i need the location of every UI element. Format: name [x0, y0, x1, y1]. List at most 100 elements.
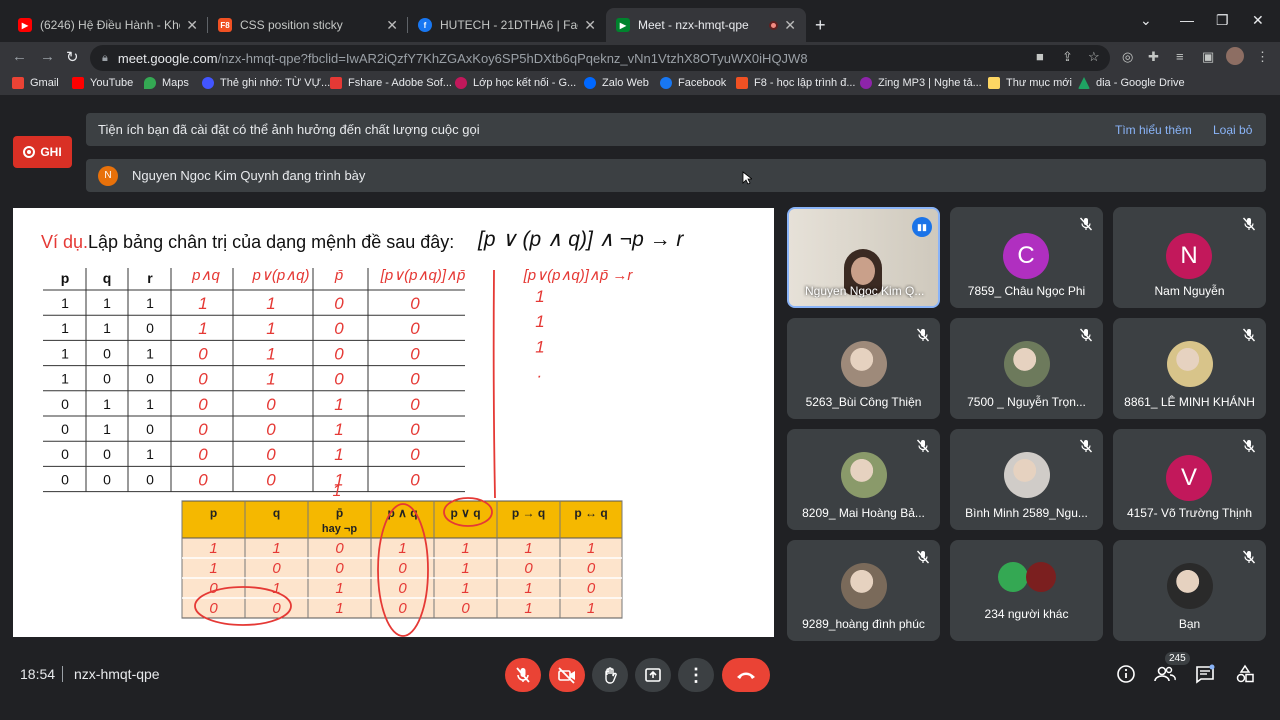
ref-cell: 0 [461, 600, 470, 617]
participant-tile[interactable]: 8861_ LÊ MINH KHÁNH [1113, 318, 1266, 419]
participant-tile[interactable]: 7500 _ Nguyễn Trọn... [950, 318, 1103, 419]
close-tab-icon[interactable]: ✕ [784, 17, 796, 34]
camera-icon[interactable]: ■ [1036, 49, 1044, 64]
handwritten-value: 0 [334, 294, 344, 313]
participant-name: 9289_hoàng đình phúc [802, 617, 925, 631]
activities-button[interactable] [1235, 664, 1255, 689]
participant-tile[interactable]: 8209_ Mai Hoàng Bả... [787, 429, 940, 530]
tab-search-icon[interactable]: ⌄ [1140, 12, 1152, 29]
participant-tile[interactable]: 234 người khác [950, 540, 1103, 641]
handwritten-value: 0 [198, 445, 208, 464]
dismiss-button[interactable]: Loại bỏ [1213, 123, 1252, 137]
tab-youtube[interactable]: ▶ (6246) Hệ Điều Hành - Khoa Học ✕ [8, 8, 208, 42]
participant-name: Nam Nguyễn [1154, 284, 1225, 298]
participant-tile[interactable]: 5263_Bùi Công Thiện [787, 318, 940, 419]
media-icon[interactable]: ≡ [1176, 49, 1184, 64]
table-cell: 0 [103, 371, 111, 387]
divider [62, 666, 63, 682]
menu-icon[interactable]: ⋮ [1256, 49, 1269, 65]
tab-facebook[interactable]: f HUTECH - 21DTHA6 | Facebook ✕ [408, 8, 606, 42]
facebook-icon: f [418, 18, 432, 32]
participant-tile[interactable]: Bạn [1113, 540, 1266, 641]
table-cell: 0 [103, 471, 111, 487]
reload-icon[interactable]: ↻ [66, 48, 79, 66]
ref-cell: 0 [209, 600, 218, 617]
bookmark-classroom[interactable]: Lớp học kết nối - G... [455, 77, 576, 89]
zingmp3-icon [860, 77, 872, 89]
handwritten-columns: p∧q p∨(p∧q) p̄ [p∨(p∧q)]∧p̄ [p∨(p∧q)]∧p̄ →r 1… [191, 267, 633, 500]
camera-toggle-button[interactable] [549, 658, 585, 692]
recording-badge[interactable]: GHI [13, 136, 72, 168]
minimize-icon[interactable]: — [1180, 12, 1194, 28]
raise-hand-button[interactable] [592, 658, 628, 692]
table-cell: 1 [146, 295, 154, 311]
participant-tile[interactable]: V 4157- Võ Trường Thịnh [1113, 429, 1266, 530]
participant-tile[interactable]: N Nam Nguyễn [1113, 207, 1266, 308]
sidepanel-icon[interactable]: ▣ [1202, 49, 1214, 65]
close-tab-icon[interactable]: ✕ [584, 17, 596, 34]
learn-more-link[interactable]: Tìm hiểu thêm [1115, 123, 1192, 137]
tab-meet[interactable]: ▶ Meet - nzx-hmqt-qpe ✕ [606, 8, 806, 42]
slide-title: Lập bảng chân trị của dạng mệnh đề sau đ… [88, 232, 454, 252]
present-button[interactable] [635, 658, 671, 692]
forward-icon[interactable]: → [40, 48, 55, 65]
participant-tile[interactable]: C 7859_ Châu Ngọc Phi [950, 207, 1103, 308]
bookmark-zingmp3[interactable]: Zing MP3 | Nghe tả... [860, 77, 982, 89]
tab-css-sticky[interactable]: F8 CSS position sticky ✕ [208, 8, 408, 42]
activities-icon [1236, 664, 1254, 683]
maximize-icon[interactable]: ❐ [1216, 12, 1229, 29]
bookmark-star-icon[interactable]: ☆ [1088, 49, 1100, 65]
table-cell: 1 [146, 446, 154, 462]
people-button[interactable] [1154, 664, 1176, 689]
chat-button[interactable] [1195, 664, 1215, 689]
handwritten-header: [p∨(p∧q)]∧p̄ [380, 267, 466, 284]
close-window-icon[interactable]: ✕ [1252, 12, 1264, 29]
mic-toggle-button[interactable] [505, 658, 541, 692]
extension-icon[interactable]: ◎ [1122, 49, 1133, 65]
folder-icon [988, 77, 1000, 89]
presenting-banner: N Nguyen Ngoc Kim Quynh đang trình bày [86, 159, 1266, 192]
puzzle-icon[interactable]: ✚ [1148, 49, 1159, 65]
ref-header: p → q [512, 506, 545, 520]
lock-icon: 🔒︎ [102, 51, 108, 64]
bookmark-maps[interactable]: Maps [144, 77, 189, 89]
participant-tile[interactable]: 9289_hoàng đình phúc [787, 540, 940, 641]
table-cell: 1 [61, 371, 69, 387]
zalo-icon [584, 77, 596, 89]
address-bar[interactable]: 🔒︎ meet.google.com/nzx-hmqt-qpe?fbclid=I… [90, 45, 1110, 71]
back-icon[interactable]: ← [12, 48, 27, 65]
ref-cell: 1 [461, 540, 469, 557]
share-icon[interactable]: ⇪ [1062, 49, 1073, 65]
participant-tile[interactable]: ▮▮ Nguyen Ngoc Kim Q... [787, 207, 940, 308]
reference-table: p q p̄hay ¬pp ∧ qp ∨ qp → qp ↔ q1 1 0 1 1 1 11 0 0… [181, 497, 623, 637]
leave-call-button[interactable] [722, 658, 770, 692]
bookmark-youtube[interactable]: YouTube [72, 77, 133, 89]
mic-off-icon [1079, 328, 1093, 342]
close-tab-icon[interactable]: ✕ [386, 17, 398, 34]
bookmark-drive[interactable]: dia - Google Drive [1078, 77, 1185, 89]
participant-avatar: V [1166, 455, 1212, 501]
bookmark-facebook[interactable]: Facebook [660, 77, 726, 89]
handwritten-value: 1 [334, 420, 343, 439]
ref-header: p̄ [336, 506, 343, 520]
bookmark-zalo[interactable]: Zalo Web [584, 77, 649, 89]
handwritten-value: 0 [266, 395, 276, 414]
bookmark-folder[interactable]: Thư mục mới [988, 77, 1072, 89]
participant-name: 7859_ Châu Ngọc Phi [967, 284, 1086, 298]
bookmark-fshare[interactable]: Fshare - Adobe Sof... [330, 77, 452, 89]
bookmark-f8[interactable]: F8 - học lập trình đ... [736, 77, 856, 89]
meeting-info-button[interactable] [1116, 664, 1136, 689]
bookmark-quizlet[interactable]: Thẻ ghi nhớ: TỪ VỰ... [202, 77, 330, 89]
bookmark-gmail[interactable]: Gmail [12, 77, 59, 89]
handwritten-value: . [538, 363, 543, 382]
profile-avatar[interactable] [1226, 47, 1244, 65]
quizlet-icon [202, 77, 214, 89]
new-tab-icon[interactable]: + [815, 15, 826, 36]
ref-cell: 1 [524, 540, 532, 557]
close-tab-icon[interactable]: ✕ [186, 17, 198, 34]
table-cell: 0 [61, 421, 69, 437]
info-icon [1117, 665, 1135, 683]
participant-tile[interactable]: Bình Minh 2589_Ngu... [950, 429, 1103, 530]
participant-avatar [1004, 341, 1050, 387]
more-options-button[interactable]: ⋮ [678, 658, 714, 692]
